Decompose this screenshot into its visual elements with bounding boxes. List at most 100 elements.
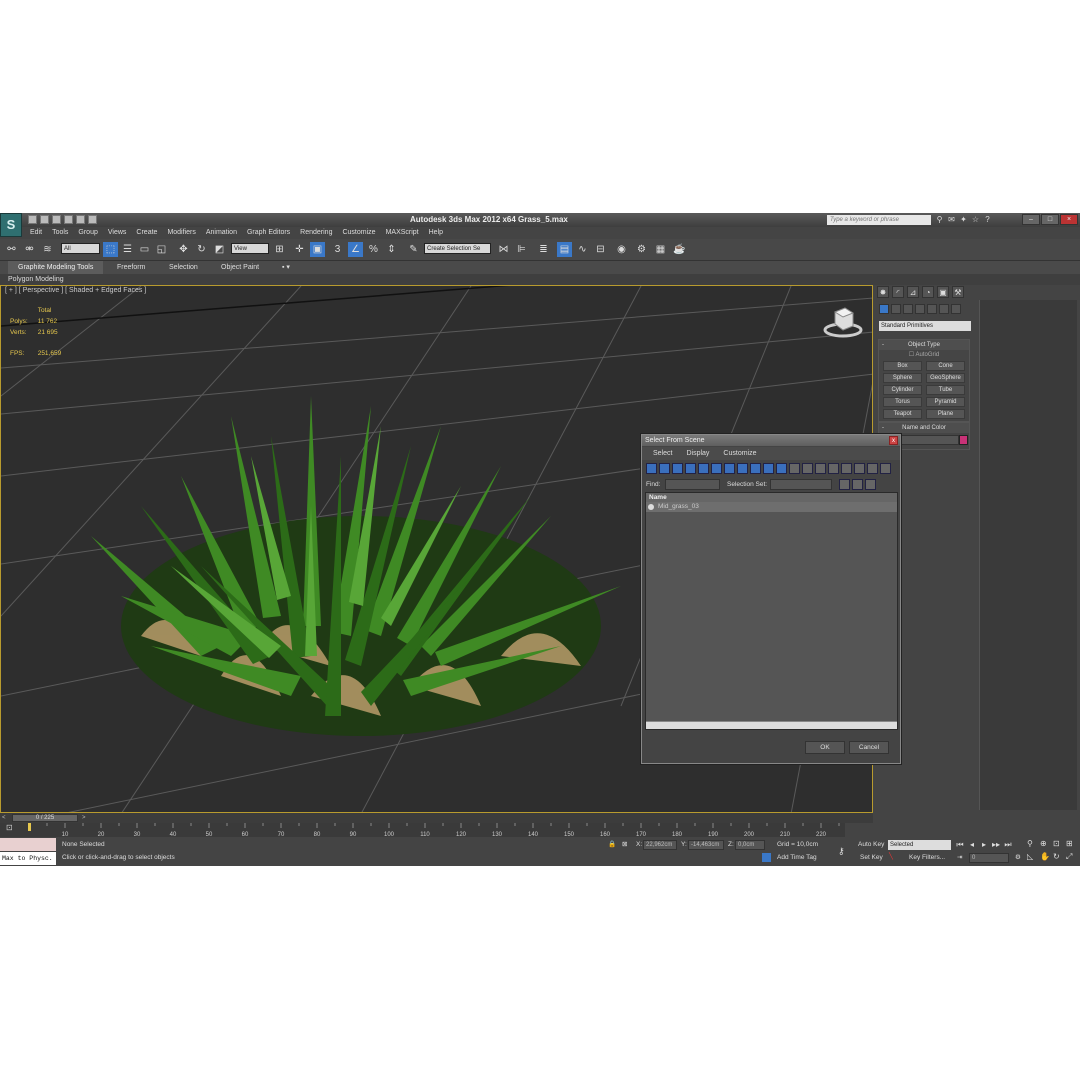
key-mode-toggle-icon[interactable]: ⇥ <box>957 853 962 863</box>
display-bones-icon[interactable] <box>750 463 761 474</box>
select-object-icon[interactable]: ⬚ <box>103 242 118 257</box>
cone-button[interactable]: Cone <box>926 361 965 371</box>
create-tab-icon[interactable]: ✸ <box>877 286 889 298</box>
play-icon[interactable]: ▸ <box>979 840 989 850</box>
material-editor-icon[interactable]: ◉ <box>614 242 629 257</box>
zoom-extents-all-icon[interactable]: ⊞ <box>1066 839 1078 851</box>
display-none-icon[interactable] <box>802 463 813 474</box>
menu-group[interactable]: Group <box>78 227 97 239</box>
helpers-icon[interactable] <box>927 304 937 314</box>
angle-snap-icon[interactable]: ∠ <box>348 242 363 257</box>
column-header-name[interactable]: Name <box>646 493 897 502</box>
selection-set-dropdown[interactable] <box>770 479 832 490</box>
track-bar[interactable]: 10 20 30 40 50 60 70 80 90 100 110 120 130 140 150 160 1… <box>0 823 845 837</box>
snaps-toggle-icon[interactable]: 3 <box>330 242 345 257</box>
open-file-icon[interactable] <box>40 215 49 224</box>
viewport-label[interactable]: [ + ] [ Perspective ] [ Shaded + Edged F… <box>5 287 146 294</box>
next-frame-icon[interactable]: > <box>82 813 86 823</box>
display-lights-icon[interactable] <box>672 463 683 474</box>
display-containers-icon[interactable] <box>763 463 774 474</box>
dialog-menu-display[interactable]: Display <box>686 447 709 460</box>
ribbon-options-icon[interactable]: ▪ ▾ <box>282 261 290 274</box>
y-coordinate-field[interactable]: -14,463cm <box>688 840 724 850</box>
absolute-mode-icon[interactable]: ⊠ <box>622 840 627 850</box>
hierarchy-tab-icon[interactable]: ⊿ <box>907 286 919 298</box>
maxscript-listener[interactable]: Max to Physc. <box>0 852 56 865</box>
lights-icon[interactable] <box>903 304 913 314</box>
select-rotate-icon[interactable]: ↻ <box>194 242 209 257</box>
display-shapes-icon[interactable] <box>659 463 670 474</box>
time-configuration-icon[interactable]: ⚙ <box>1015 853 1021 863</box>
orbit-icon[interactable]: ↻ <box>1053 852 1065 865</box>
menu-help[interactable]: Help <box>429 227 443 239</box>
selection-filter-dropdown[interactable]: All <box>61 243 100 254</box>
object-type-header[interactable]: - Object Type <box>879 340 969 350</box>
shapes-icon[interactable] <box>891 304 901 314</box>
save-file-icon[interactable] <box>52 215 61 224</box>
filter-icon[interactable] <box>867 463 878 474</box>
utilities-tab-icon[interactable]: ⚒ <box>952 286 964 298</box>
menu-edit[interactable]: Edit <box>30 227 42 239</box>
bind-spacewarp-icon[interactable]: ≋ <box>40 242 55 257</box>
time-slider[interactable]: 0 / 225 <box>12 814 78 822</box>
favorites-icon[interactable]: ☆ <box>971 215 980 224</box>
cancel-button[interactable]: Cancel <box>849 741 889 754</box>
render-setup-icon[interactable]: ⚙ <box>634 242 649 257</box>
project-folder-icon[interactable] <box>88 215 97 224</box>
select-scale-icon[interactable]: ◩ <box>212 242 227 257</box>
cameras-icon[interactable] <box>915 304 925 314</box>
previous-frame-icon[interactable]: ◂ <box>967 840 977 850</box>
pivot-center-icon[interactable]: ⊞ <box>272 242 287 257</box>
communication-icon[interactable]: ✦ <box>959 215 968 224</box>
zoom-extents-icon[interactable]: ⊡ <box>1053 839 1065 851</box>
display-frozen-icon[interactable] <box>776 463 787 474</box>
tab-graphite-modeling-tools[interactable]: Graphite Modeling Tools <box>8 261 104 274</box>
named-selection-dropdown[interactable]: Create Selection Se <box>424 243 491 254</box>
menu-modifiers[interactable]: Modifiers <box>167 227 195 239</box>
select-move-icon[interactable]: ✥ <box>176 242 191 257</box>
display-invert-icon[interactable] <box>815 463 826 474</box>
align-icon[interactable]: ⊫ <box>514 242 529 257</box>
motion-tab-icon[interactable]: ◔ <box>922 286 934 298</box>
dialog-menu-customize[interactable]: Customize <box>723 447 756 460</box>
menu-animation[interactable]: Animation <box>206 227 237 239</box>
select-by-name-icon[interactable]: ☰ <box>120 242 135 257</box>
field-of-view-icon[interactable]: ◺ <box>1027 852 1039 865</box>
edit-named-selection-icon[interactable]: ✎ <box>406 242 421 257</box>
display-spacewarps-icon[interactable] <box>711 463 722 474</box>
graphite-toggle-icon[interactable]: ▤ <box>557 242 572 257</box>
spinner-snap-icon[interactable]: ⇕ <box>384 242 399 257</box>
menu-customize[interactable]: Customize <box>342 227 375 239</box>
redo-icon[interactable] <box>76 215 85 224</box>
undo-icon[interactable] <box>64 215 73 224</box>
viewcube-icon[interactable] <box>823 304 863 339</box>
curve-editor-icon[interactable]: ∿ <box>575 242 590 257</box>
cylinder-button[interactable]: Cylinder <box>883 385 922 395</box>
add-to-set-icon[interactable] <box>852 479 863 490</box>
display-groups-icon[interactable] <box>724 463 735 474</box>
binoculars-icon[interactable]: ⚲ <box>935 215 944 224</box>
link-icon[interactable]: ⚯ <box>4 242 19 257</box>
maximize-icon[interactable]: □ <box>1041 214 1059 225</box>
menu-maxscript[interactable]: MAXScript <box>386 227 419 239</box>
maximize-viewport-icon[interactable]: ⤢ <box>1066 852 1078 865</box>
key-mode-dropdown[interactable]: Selected <box>888 840 951 850</box>
app-logo-icon[interactable]: S <box>0 213 22 237</box>
select-invert-icon[interactable] <box>854 463 865 474</box>
window-crossing-icon[interactable]: ◱ <box>154 242 169 257</box>
spacewarps-icon[interactable] <box>939 304 949 314</box>
minimize-icon[interactable]: – <box>1022 214 1040 225</box>
teapot-button[interactable]: Teapot <box>883 409 922 419</box>
sphere-button[interactable]: Sphere <box>883 373 922 383</box>
display-xrefs-icon[interactable] <box>737 463 748 474</box>
horizontal-scrollbar[interactable] <box>646 721 897 729</box>
name-color-header[interactable]: - Name and Color <box>879 423 969 433</box>
key-icon[interactable]: ⚷ <box>838 846 845 856</box>
rendered-frame-icon[interactable]: ▦ <box>653 242 668 257</box>
menu-rendering[interactable]: Rendering <box>300 227 332 239</box>
z-coordinate-field[interactable]: 0,0cm <box>735 840 765 850</box>
filter-options-icon[interactable] <box>880 463 891 474</box>
ok-button[interactable]: OK <box>805 741 845 754</box>
reference-coordinate-dropdown[interactable]: View <box>231 243 269 254</box>
current-frame-field[interactable]: 0 <box>969 853 1009 863</box>
